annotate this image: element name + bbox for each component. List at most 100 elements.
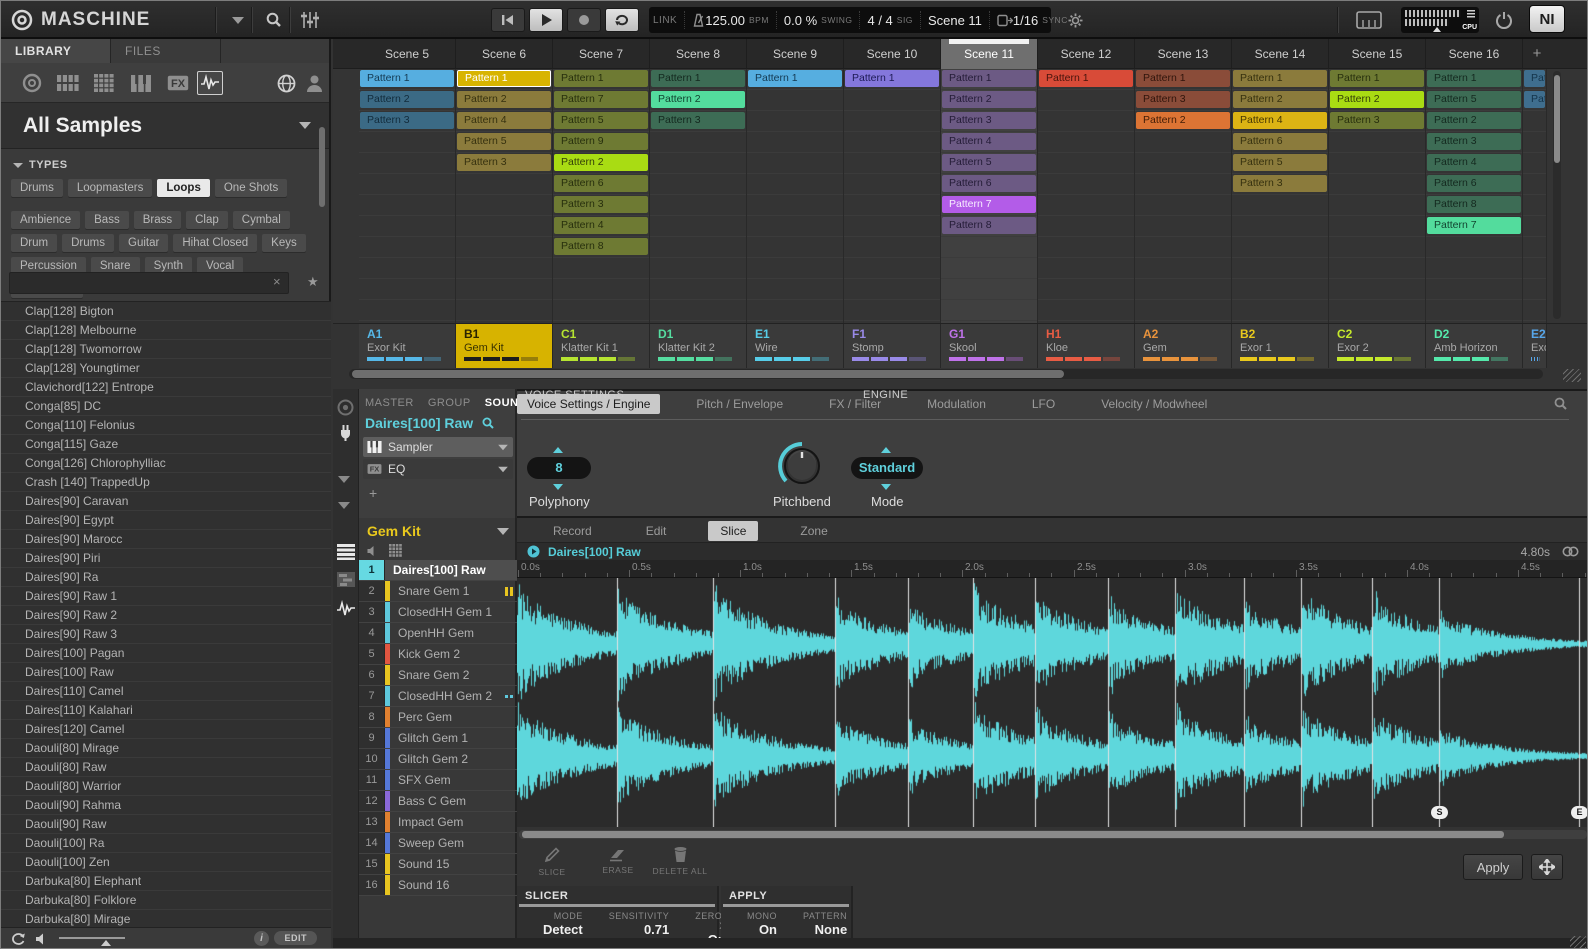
move-tool-button[interactable] [1531, 854, 1563, 880]
loop-button[interactable] [605, 8, 639, 32]
pattern-cell[interactable]: Pattern 8 [554, 238, 648, 255]
scene-tab-15[interactable]: Scene 15 [1329, 39, 1426, 69]
step-mode-icon[interactable] [997, 14, 1013, 27]
sound-slot-9[interactable]: 9Glitch Gem 1 [359, 728, 517, 749]
tab-master[interactable]: MASTER [365, 397, 414, 409]
tag-filter-keys[interactable]: Keys [262, 234, 306, 252]
pattern-cell[interactable]: Pattern 6 [942, 175, 1036, 192]
info-icon[interactable]: i [254, 931, 269, 946]
sound-slot-3[interactable]: 3ClosedHH Gem 1 [359, 602, 517, 623]
group-cell-c1[interactable]: C1Klatter Kit 1 [553, 324, 650, 368]
slice-end-marker[interactable]: E [1571, 806, 1588, 819]
list-item[interactable]: Clap[128] Youngtimer [1, 359, 331, 378]
mode-decrement[interactable] [881, 484, 891, 490]
sample-list-scrollbar[interactable] [319, 127, 325, 207]
chevron-down-icon[interactable] [498, 444, 508, 450]
group-cell-e1[interactable]: E1Wire [747, 324, 844, 368]
keyboard-icon[interactable] [1351, 8, 1387, 32]
tab-group[interactable]: GROUP [428, 397, 471, 409]
list-item[interactable]: Daouli[80] Warrior [1, 777, 331, 796]
quantize-value[interactable]: 1/16 [1013, 13, 1038, 28]
list-item[interactable]: Daires[90] Raw 3 [1, 625, 331, 644]
sound-slot-4[interactable]: 4OpenHH Gem [359, 623, 517, 644]
scene-tab-14[interactable]: Scene 14 [1232, 39, 1329, 69]
tool-delete-all[interactable]: DELETE ALL [645, 846, 715, 876]
pattern-cell[interactable]: Pattern 2 [457, 91, 551, 108]
tool-erase[interactable]: ERASE [583, 846, 653, 875]
editor-tab-slice[interactable]: Slice [708, 521, 758, 541]
sound-slot-6[interactable]: 6Snare Gem 2 [359, 665, 517, 686]
list-item[interactable]: Daouli[100] Ra [1, 834, 331, 853]
prehear-speaker-icon[interactable] [35, 932, 49, 946]
scene-tab-11[interactable]: Scene 11 [941, 39, 1038, 69]
list-item[interactable]: Daires[100] Pagan [1, 644, 331, 663]
editor-tab-edit[interactable]: Edit [634, 521, 679, 541]
list-item[interactable]: Darbuka[80] Elephant [1, 872, 331, 891]
edit-button[interactable]: EDIT [274, 931, 317, 945]
play-button[interactable] [529, 8, 563, 32]
sound-name[interactable]: Daires[100] Raw [365, 415, 473, 431]
type-filter-drums[interactable]: Drums [11, 179, 63, 197]
fx-icon[interactable]: FX [165, 71, 191, 95]
pattern-cell[interactable]: Pattern 8 [942, 217, 1036, 234]
favorite-icon[interactable]: ★ [307, 274, 319, 290]
timeline-ruler[interactable]: 0.0s0.5s1.0s1.5s2.0s2.5s3.0s3.5s4.0s4.5s [517, 560, 1588, 578]
group-cell-d2[interactable]: D2Amb Horizon [1426, 324, 1523, 368]
list-item[interactable]: Daires[110] Kalahari [1, 701, 331, 720]
loop-view-icon[interactable] [1562, 546, 1579, 557]
pattern-cell[interactable]: Pattern 1 [1330, 70, 1424, 87]
collapse-panel-icon[interactable] [338, 483, 350, 509]
pattern-cell[interactable]: Pattern 6 [1427, 175, 1521, 192]
pattern-cell[interactable]: Pattern 3 [651, 112, 745, 129]
list-item[interactable]: Crash [140] TrappedUp [1, 473, 331, 492]
pattern-cell[interactable]: Pattern 1 [1136, 70, 1230, 87]
grid-icon[interactable] [91, 71, 117, 95]
pattern-cell[interactable]: Pattern 2 [1330, 91, 1424, 108]
autoload-icon[interactable] [11, 932, 26, 946]
sample-view-icon[interactable] [336, 600, 356, 618]
param-tab-pitch-envelope[interactable]: Pitch / Envelope [686, 394, 793, 414]
sound-slot-5[interactable]: 5Kick Gem 2 [359, 644, 517, 665]
record-button[interactable] [567, 8, 601, 32]
list-item[interactable]: Daires[90] Raw 1 [1, 587, 331, 606]
tag-filter-drum[interactable]: Drum [11, 234, 57, 252]
volume-slider-handle[interactable] [101, 940, 111, 946]
list-item[interactable]: Daires[100] Raw [1, 663, 331, 682]
pattern-cell[interactable]: Pattern 1 [845, 70, 939, 87]
pattern-cell[interactable]: Pattern 7 [554, 91, 648, 108]
pattern-cell[interactable]: Pattern 1 [554, 70, 648, 87]
scene-tab-8[interactable]: Scene 8 [650, 39, 747, 69]
search-input[interactable] [9, 272, 289, 294]
disc-icon[interactable] [19, 71, 45, 95]
plugin-slot-sampler[interactable]: Sampler [363, 437, 513, 457]
scene-tab-9[interactable]: Scene 9 [747, 39, 844, 69]
play-sample-icon[interactable] [527, 545, 540, 558]
list-item[interactable]: Conga[115] Gaze [1, 435, 331, 454]
pattern-cell[interactable]: Pattern 4 [1427, 154, 1521, 171]
user-icon[interactable] [301, 71, 327, 95]
plugin-slot-eq[interactable]: FXEQ [363, 459, 513, 479]
sound-slot-8[interactable]: 8Perc Gem [359, 707, 517, 728]
pattern-cell[interactable]: Pattern 3 [1233, 175, 1327, 192]
polyphony-increment[interactable] [553, 447, 563, 453]
engine-mode-stepper[interactable]: Standard [851, 457, 923, 479]
tool-slice[interactable]: SLICE [517, 846, 587, 877]
power-icon[interactable] [1489, 8, 1519, 32]
pattern-cell[interactable]: Pattern 5 [1233, 154, 1327, 171]
sound-slot-14[interactable]: 14Sweep Gem [359, 833, 517, 854]
globe-icon[interactable] [273, 71, 299, 95]
list-item[interactable]: Conga[85] DC [1, 397, 331, 416]
resize-grip[interactable] [1570, 936, 1586, 948]
plug-icon[interactable] [337, 423, 354, 441]
pattern-cell[interactable]: Pattern 1 [651, 70, 745, 87]
editor-tab-record[interactable]: Record [541, 521, 604, 541]
list-item[interactable]: Daires[90] Marocc [1, 530, 331, 549]
sound-slot-12[interactable]: 12Bass C Gem [359, 791, 517, 812]
list-item[interactable]: Daires[90] Caravan [1, 492, 331, 511]
list-item[interactable]: Clap[128] Twomorrow [1, 340, 331, 359]
swing-value[interactable]: 0.0 % [784, 13, 817, 28]
arranger-h-scrollbar[interactable] [349, 369, 1543, 379]
group-cell-g1[interactable]: G1Skool [941, 324, 1038, 368]
chevron-down-icon[interactable] [497, 528, 509, 535]
pattern-cell[interactable]: Pattern 3 [457, 154, 551, 171]
